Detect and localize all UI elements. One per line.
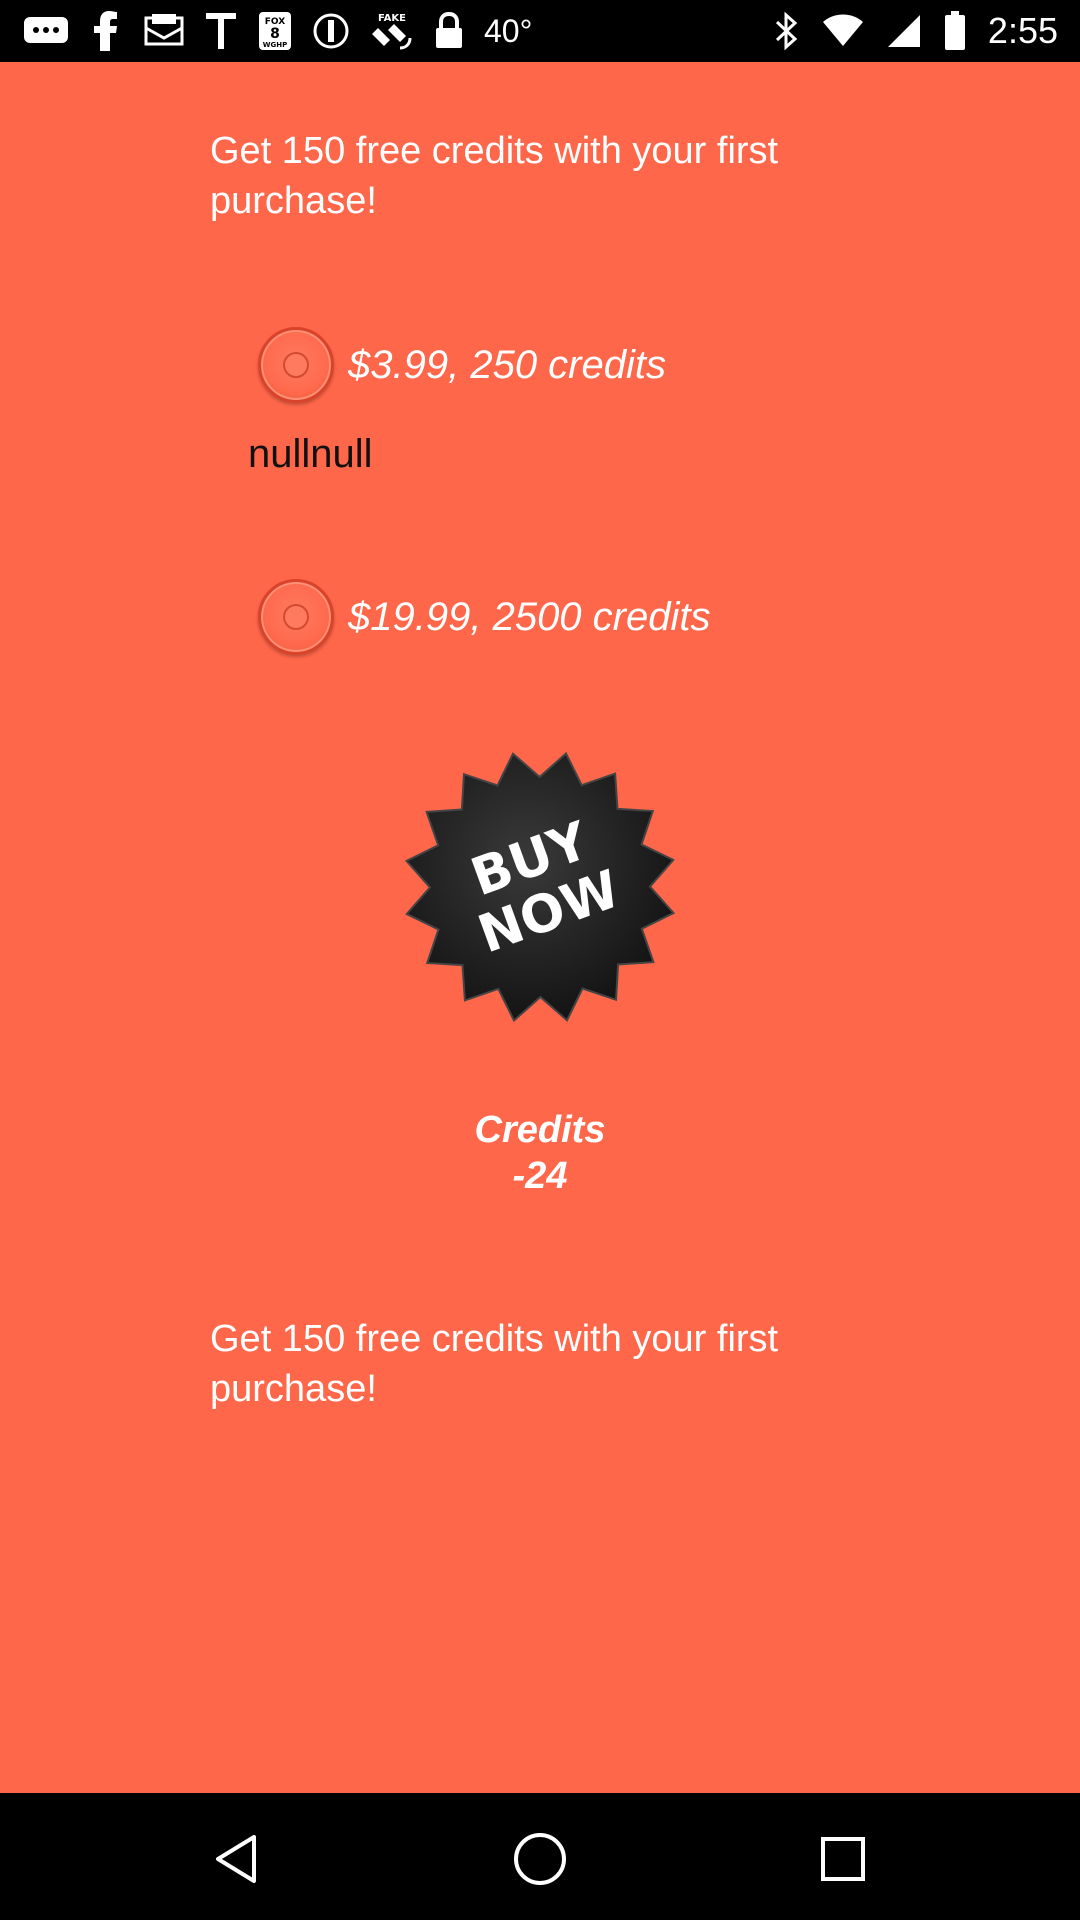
credits-value: -24 bbox=[512, 1155, 568, 1197]
credits-purchase-screen: Get 150 free credits with your first pur… bbox=[0, 62, 1080, 1793]
text-t-icon bbox=[204, 10, 238, 52]
option-2500-credits[interactable]: $19.99, 2500 credits bbox=[258, 575, 710, 659]
status-right-icons: 2:55 bbox=[774, 10, 1058, 52]
navigation-bar bbox=[0, 1793, 1080, 1920]
status-left-icons: FOX 8 WGHP FAKE 40° bbox=[22, 10, 532, 52]
battery-icon bbox=[944, 10, 966, 52]
messages-icon bbox=[22, 10, 70, 52]
promo-text-bottom: Get 150 free credits with your first pur… bbox=[210, 1318, 779, 1410]
fake-badge-label: FAKE bbox=[378, 13, 406, 24]
option-250-credits[interactable]: $3.99, 250 credits bbox=[258, 323, 666, 407]
fox-badge-line3: WGHP bbox=[263, 41, 287, 49]
null-note-text: nullnull bbox=[248, 432, 373, 476]
fox8-icon: FOX 8 WGHP bbox=[258, 10, 292, 52]
buy-now-button[interactable]: BUY NOW bbox=[400, 747, 680, 1027]
lock-icon bbox=[434, 10, 464, 52]
back-button[interactable] bbox=[196, 1819, 276, 1899]
buy-now-badge-icon[interactable]: BUY NOW bbox=[400, 747, 680, 1027]
back-icon[interactable] bbox=[206, 1829, 266, 1889]
recents-button[interactable] bbox=[803, 1819, 883, 1899]
facebook-icon bbox=[90, 10, 124, 52]
credits-balance: Credits -24 bbox=[0, 1107, 1080, 1199]
wifi-icon bbox=[822, 10, 864, 52]
option-label-250[interactable]: $3.99, 250 credits bbox=[348, 343, 666, 388]
clock-time: 2:55 bbox=[987, 10, 1058, 51]
credits-label: Credits bbox=[474, 1109, 606, 1151]
status-bar: FOX 8 WGHP FAKE 40° 2:55 bbox=[0, 0, 1080, 62]
temperature-text: 40° bbox=[484, 12, 533, 49]
promo-text-top: Get 150 free credits with your first pur… bbox=[210, 130, 779, 222]
bluetooth-icon bbox=[774, 10, 800, 52]
notification-circle-icon bbox=[312, 10, 350, 52]
recents-icon[interactable] bbox=[813, 1829, 873, 1889]
home-icon[interactable] bbox=[508, 1827, 572, 1891]
email-icon bbox=[144, 10, 184, 52]
signal-icon bbox=[886, 10, 922, 52]
option-label-2500[interactable]: $19.99, 2500 credits bbox=[348, 595, 710, 640]
radio-button-2500[interactable] bbox=[258, 579, 334, 655]
radio-button-250[interactable] bbox=[258, 327, 334, 403]
fake-gps-icon: FAKE bbox=[370, 10, 414, 52]
home-button[interactable] bbox=[500, 1819, 580, 1899]
fox-badge-line2: 8 bbox=[270, 26, 280, 42]
